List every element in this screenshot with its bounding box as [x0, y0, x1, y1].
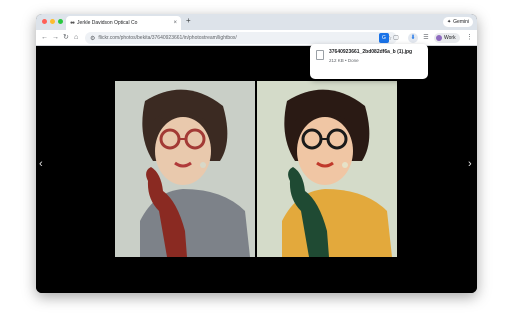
profile-label: Work: [444, 35, 456, 41]
extensions-puzzle-icon[interactable]: ▢: [391, 33, 401, 43]
extension-icon[interactable]: G: [379, 33, 389, 43]
window-controls: [42, 19, 63, 24]
url-text: flickr.com/photos/bekita/37640923661/in/…: [98, 35, 237, 41]
download-bubble[interactable]: 37640923661_2bd082df6a_b (1).jpg 212 KB …: [310, 44, 428, 79]
more-menu-icon[interactable]: ⋮: [466, 33, 473, 43]
address-bar[interactable]: ⚙ flickr.com/photos/bekita/37640923661/i…: [85, 32, 397, 44]
photo-panel-colorized: [257, 81, 397, 257]
reading-list-icon[interactable]: ☰: [421, 33, 431, 43]
site-info-icon[interactable]: ⚙: [90, 35, 95, 42]
download-status: 212 KB • Done: [329, 58, 359, 63]
home-icon[interactable]: ⌂: [74, 32, 78, 44]
back-icon[interactable]: ←: [41, 32, 48, 44]
tab-active[interactable]: ●● Jerkle Davidson Optical Co ×: [66, 16, 181, 30]
forward-icon[interactable]: →: [52, 32, 59, 44]
lightbox-photo[interactable]: [115, 81, 397, 257]
download-filename[interactable]: 37640923661_2bd082df6a_b (1).jpg: [329, 49, 412, 55]
new-tab-button[interactable]: +: [186, 17, 191, 25]
next-photo-arrow-icon[interactable]: ›: [468, 159, 472, 170]
tab-strip: ●● Jerkle Davidson Optical Co × + ✦ Gemi…: [36, 14, 477, 30]
browser-window: ●● Jerkle Davidson Optical Co × + ✦ Gemi…: [36, 14, 477, 293]
tab-title: Jerkle Davidson Optical Co: [77, 20, 138, 26]
profile-button[interactable]: Work: [434, 33, 460, 43]
gemini-label: Gemini: [453, 19, 469, 25]
close-window-button[interactable]: [42, 19, 47, 24]
close-tab-icon[interactable]: ×: [173, 20, 177, 26]
lightbox-viewer: ‹ ›: [36, 47, 477, 293]
gemini-button[interactable]: ✦ Gemini: [442, 17, 473, 27]
minimize-window-button[interactable]: [50, 19, 55, 24]
previous-photo-arrow-icon[interactable]: ‹: [39, 159, 43, 170]
download-icon[interactable]: ⬇: [408, 33, 418, 43]
file-icon: [316, 50, 324, 60]
sparkle-icon: ✦: [446, 19, 452, 25]
flickr-icon: ●●: [70, 19, 75, 26]
reload-icon[interactable]: ↻: [63, 32, 69, 44]
maximize-window-button[interactable]: [58, 19, 63, 24]
avatar: [436, 35, 442, 41]
photo-panel-original: [115, 81, 255, 257]
